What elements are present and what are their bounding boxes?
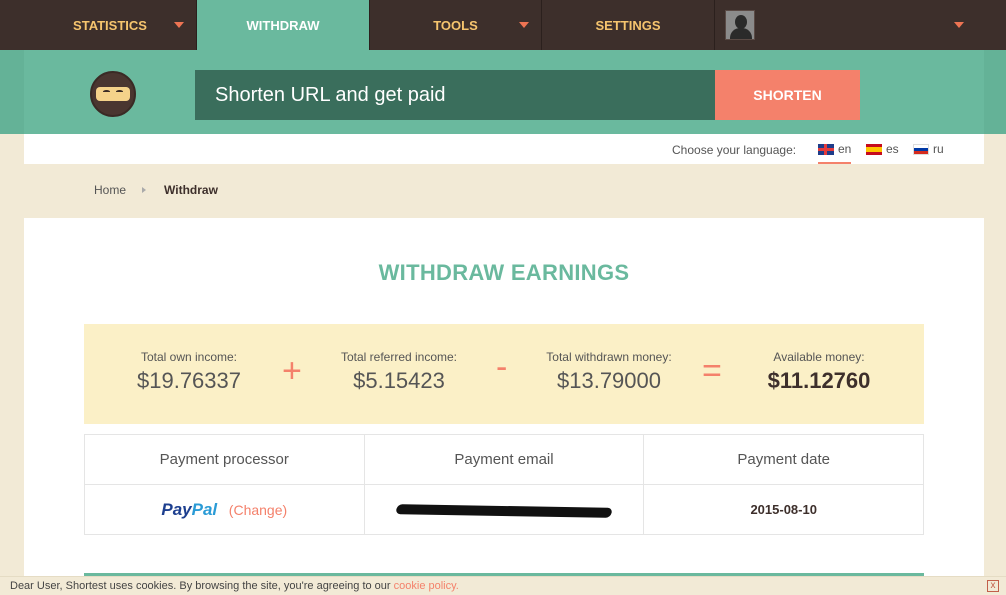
nav-statistics-label: STATISTICS [73, 17, 147, 33]
top-navigation: STATISTICS WITHDRAW TOOLS SETTINGS [0, 0, 1006, 50]
language-label: Choose your language: [672, 143, 797, 157]
withdrawn-money: Total withdrawn money: $13.79000 [540, 350, 678, 394]
caret-down-icon [174, 22, 184, 28]
withdrawn-money-value: $13.79000 [557, 368, 661, 393]
plus-icon: + [282, 352, 302, 390]
uk-flag-icon [818, 143, 834, 155]
user-menu[interactable] [715, 0, 1006, 50]
cookie-text: Dear User, Shortest uses cookies. By bro… [10, 580, 459, 592]
paypal-logo-pal: Pal [191, 499, 218, 519]
ninja-logo-icon[interactable] [90, 71, 136, 117]
header-payment-email: Payment email [363, 434, 645, 485]
language-option-ru[interactable]: ru [913, 142, 944, 156]
spain-flag-icon [866, 143, 882, 155]
own-income-label: Total own income: [140, 350, 238, 364]
shortener-band: SHORTEN [0, 50, 1006, 134]
available-money-value: $11.12760 [767, 368, 871, 393]
payment-table: Payment processor Payment email Payment … [84, 434, 924, 535]
avatar [725, 10, 755, 40]
available-money-label: Available money: [773, 350, 865, 364]
cookie-bar: Dear User, Shortest uses cookies. By bro… [0, 576, 1006, 595]
nav-withdraw-label: WITHDRAW [246, 17, 320, 33]
breadcrumb-home[interactable]: Home [94, 183, 126, 197]
payment-date-cell: 2015-08-10 [643, 484, 924, 535]
nav-tools[interactable]: TOOLS [370, 0, 542, 50]
page-title: WITHDRAW EARNINGS [378, 260, 630, 285]
shorten-url-input[interactable] [195, 70, 715, 120]
breadcrumb: Home Withdraw [94, 183, 218, 197]
shorten-button[interactable]: SHORTEN [715, 70, 860, 120]
change-processor-link[interactable]: (Change) [229, 502, 287, 518]
nav-tools-label: TOOLS [433, 17, 478, 33]
cookie-message: Dear User, Shortest uses cookies. By bro… [10, 580, 391, 592]
own-income: Total own income: $19.76337 [128, 350, 250, 394]
language-code: en [838, 142, 852, 156]
paypal-logo-pay: Pay [161, 499, 192, 519]
language-bar: Choose your language: en es ru [24, 134, 984, 164]
header-payment-processor: Payment processor [84, 434, 365, 485]
table-header-row: Payment processor Payment email Payment … [84, 434, 924, 485]
payment-processor-cell: PayPal (Change) [84, 484, 365, 535]
paypal-logo: PayPal [161, 500, 217, 519]
nav-settings[interactable]: SETTINGS [542, 0, 715, 50]
russia-flag-icon [913, 143, 929, 155]
nav-spacer [0, 0, 24, 50]
referred-income-value: $5.15423 [353, 368, 445, 393]
table-row: PayPal (Change) 2015-08-10 [84, 484, 924, 535]
caret-down-icon [954, 22, 964, 28]
language-option-es[interactable]: es [866, 142, 899, 156]
referred-income-label: Total referred income: [340, 350, 458, 364]
chevron-right-icon [142, 187, 147, 193]
earnings-summary: Total own income: $19.76337 + Total refe… [84, 324, 924, 424]
own-income-value: $19.76337 [137, 368, 241, 393]
minus-icon: - [496, 348, 508, 386]
nav-settings-label: SETTINGS [595, 17, 661, 33]
nav-withdraw[interactable]: WITHDRAW [197, 0, 370, 50]
withdrawn-money-label: Total withdrawn money: [546, 350, 672, 364]
nav-statistics[interactable]: STATISTICS [24, 0, 197, 50]
main-panel: WITHDRAW EARNINGS Total own income: $19.… [24, 218, 984, 595]
language-code: es [886, 142, 899, 156]
available-money: Available money: $11.12760 [754, 350, 884, 394]
close-icon[interactable]: x [987, 580, 999, 592]
header-payment-date: Payment date [643, 434, 924, 485]
language-option-en[interactable]: en [818, 142, 852, 164]
cookie-policy-link[interactable]: cookie policy. [394, 580, 459, 592]
breadcrumb-current: Withdraw [164, 183, 218, 197]
redacted-email [395, 503, 613, 518]
equals-icon: = [702, 352, 722, 390]
referred-income: Total referred income: $5.15423 [334, 350, 464, 394]
caret-down-icon [519, 22, 529, 28]
payment-email-cell [363, 484, 645, 535]
language-code: ru [933, 142, 944, 156]
